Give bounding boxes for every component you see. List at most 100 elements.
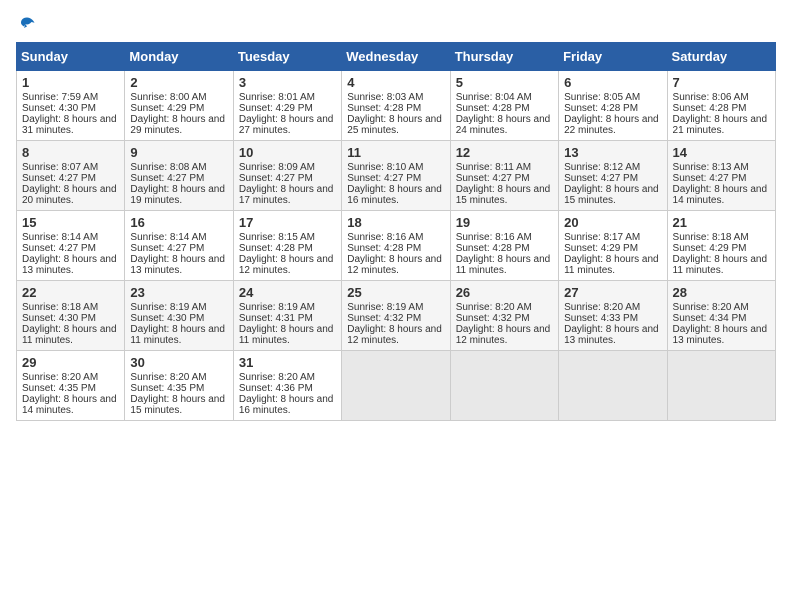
calendar-cell: 28Sunrise: 8:20 AMSunset: 4:34 PMDayligh…	[667, 281, 775, 351]
sunset-text: Sunset: 4:35 PM	[130, 383, 227, 394]
calendar-cell: 6Sunrise: 8:05 AMSunset: 4:28 PMDaylight…	[559, 71, 667, 141]
calendar-cell	[450, 351, 558, 421]
daylight-text: Daylight: 8 hours and 14 minutes.	[22, 394, 119, 416]
day-number: 21	[673, 215, 770, 230]
sunrise-text: Sunrise: 8:16 AM	[456, 232, 553, 243]
day-number: 18	[347, 215, 444, 230]
calendar-cell: 30Sunrise: 8:20 AMSunset: 4:35 PMDayligh…	[125, 351, 233, 421]
day-number: 24	[239, 285, 336, 300]
sunrise-text: Sunrise: 7:59 AM	[22, 92, 119, 103]
daylight-text: Daylight: 8 hours and 25 minutes.	[347, 114, 444, 136]
header-day-thursday: Thursday	[450, 43, 558, 71]
header-row: SundayMondayTuesdayWednesdayThursdayFrid…	[17, 43, 776, 71]
week-row-1: 1Sunrise: 7:59 AMSunset: 4:30 PMDaylight…	[17, 71, 776, 141]
sunrise-text: Sunrise: 8:18 AM	[22, 302, 119, 313]
calendar-cell: 16Sunrise: 8:14 AMSunset: 4:27 PMDayligh…	[125, 211, 233, 281]
sunset-text: Sunset: 4:27 PM	[22, 243, 119, 254]
sunset-text: Sunset: 4:27 PM	[564, 173, 661, 184]
day-number: 29	[22, 355, 119, 370]
daylight-text: Daylight: 8 hours and 27 minutes.	[239, 114, 336, 136]
calendar-cell: 14Sunrise: 8:13 AMSunset: 4:27 PMDayligh…	[667, 141, 775, 211]
daylight-text: Daylight: 8 hours and 22 minutes.	[564, 114, 661, 136]
sunrise-text: Sunrise: 8:20 AM	[456, 302, 553, 313]
calendar-cell: 22Sunrise: 8:18 AMSunset: 4:30 PMDayligh…	[17, 281, 125, 351]
sunset-text: Sunset: 4:28 PM	[347, 103, 444, 114]
logo	[16, 16, 36, 34]
calendar-cell	[559, 351, 667, 421]
day-number: 13	[564, 145, 661, 160]
day-number: 8	[22, 145, 119, 160]
day-number: 2	[130, 75, 227, 90]
day-number: 25	[347, 285, 444, 300]
week-row-3: 15Sunrise: 8:14 AMSunset: 4:27 PMDayligh…	[17, 211, 776, 281]
day-number: 26	[456, 285, 553, 300]
sunrise-text: Sunrise: 8:18 AM	[673, 232, 770, 243]
sunset-text: Sunset: 4:28 PM	[239, 243, 336, 254]
sunset-text: Sunset: 4:27 PM	[456, 173, 553, 184]
calendar-cell: 10Sunrise: 8:09 AMSunset: 4:27 PMDayligh…	[233, 141, 341, 211]
calendar-cell: 23Sunrise: 8:19 AMSunset: 4:30 PMDayligh…	[125, 281, 233, 351]
sunrise-text: Sunrise: 8:19 AM	[130, 302, 227, 313]
sunrise-text: Sunrise: 8:06 AM	[673, 92, 770, 103]
week-row-4: 22Sunrise: 8:18 AMSunset: 4:30 PMDayligh…	[17, 281, 776, 351]
daylight-text: Daylight: 8 hours and 21 minutes.	[673, 114, 770, 136]
sunset-text: Sunset: 4:29 PM	[673, 243, 770, 254]
header-day-friday: Friday	[559, 43, 667, 71]
daylight-text: Daylight: 8 hours and 13 minutes.	[564, 324, 661, 346]
sunrise-text: Sunrise: 8:16 AM	[347, 232, 444, 243]
sunrise-text: Sunrise: 8:12 AM	[564, 162, 661, 173]
calendar-cell: 5Sunrise: 8:04 AMSunset: 4:28 PMDaylight…	[450, 71, 558, 141]
day-number: 31	[239, 355, 336, 370]
sunrise-text: Sunrise: 8:08 AM	[130, 162, 227, 173]
daylight-text: Daylight: 8 hours and 15 minutes.	[130, 394, 227, 416]
sunrise-text: Sunrise: 8:20 AM	[239, 372, 336, 383]
calendar-cell: 8Sunrise: 8:07 AMSunset: 4:27 PMDaylight…	[17, 141, 125, 211]
sunset-text: Sunset: 4:36 PM	[239, 383, 336, 394]
calendar-cell: 21 Sunrise: 8:18 AMSunset: 4:29 PMDayligh…	[667, 211, 775, 281]
daylight-text: Daylight: 8 hours and 19 minutes.	[130, 184, 227, 206]
daylight-text: Daylight: 8 hours and 12 minutes.	[347, 324, 444, 346]
week-row-2: 8Sunrise: 8:07 AMSunset: 4:27 PMDaylight…	[17, 141, 776, 211]
calendar-cell: 25Sunrise: 8:19 AMSunset: 4:32 PMDayligh…	[342, 281, 450, 351]
sunrise-text: Sunrise: 8:19 AM	[347, 302, 444, 313]
daylight-text: Daylight: 8 hours and 11 minutes.	[673, 254, 770, 276]
sunset-text: Sunset: 4:33 PM	[564, 313, 661, 324]
day-number: 9	[130, 145, 227, 160]
daylight-text: Daylight: 8 hours and 16 minutes.	[239, 394, 336, 416]
sunrise-text: Sunrise: 8:09 AM	[239, 162, 336, 173]
daylight-text: Daylight: 8 hours and 15 minutes.	[456, 184, 553, 206]
day-number: 16	[130, 215, 227, 230]
daylight-text: Daylight: 8 hours and 12 minutes.	[239, 254, 336, 276]
sunset-text: Sunset: 4:27 PM	[130, 243, 227, 254]
day-number: 27	[564, 285, 661, 300]
sunset-text: Sunset: 4:27 PM	[130, 173, 227, 184]
header	[16, 16, 776, 34]
daylight-text: Daylight: 8 hours and 12 minutes.	[347, 254, 444, 276]
daylight-text: Daylight: 8 hours and 31 minutes.	[22, 114, 119, 136]
calendar-cell: 27 Sunrise: 8:20 AMSunset: 4:33 PMDayligh…	[559, 281, 667, 351]
daylight-text: Daylight: 8 hours and 11 minutes.	[239, 324, 336, 346]
calendar-table: SundayMondayTuesdayWednesdayThursdayFrid…	[16, 42, 776, 421]
sunset-text: Sunset: 4:28 PM	[673, 103, 770, 114]
day-number: 28	[673, 285, 770, 300]
week-row-5: 29Sunrise: 8:20 AMSunset: 4:35 PMDayligh…	[17, 351, 776, 421]
calendar-cell: 31 Sunrise: 8:20 AMSunset: 4:36 PMDayligh…	[233, 351, 341, 421]
header-day-sunday: Sunday	[17, 43, 125, 71]
daylight-text: Daylight: 8 hours and 14 minutes.	[673, 184, 770, 206]
day-number: 6	[564, 75, 661, 90]
day-number: 1	[22, 75, 119, 90]
sunrise-text: Sunrise: 8:20 AM	[22, 372, 119, 383]
day-number: 5	[456, 75, 553, 90]
daylight-text: Daylight: 8 hours and 13 minutes.	[22, 254, 119, 276]
day-number: 17	[239, 215, 336, 230]
sunrise-text: Sunrise: 8:20 AM	[673, 302, 770, 313]
sunset-text: Sunset: 4:29 PM	[130, 103, 227, 114]
sunrise-text: Sunrise: 8:20 AM	[564, 302, 661, 313]
day-number: 23	[130, 285, 227, 300]
daylight-text: Daylight: 8 hours and 15 minutes.	[564, 184, 661, 206]
day-number: 30	[130, 355, 227, 370]
day-number: 3	[239, 75, 336, 90]
calendar-cell: 3Sunrise: 8:01 AMSunset: 4:29 PMDaylight…	[233, 71, 341, 141]
calendar-cell: 11Sunrise: 8:10 AMSunset: 4:27 PMDayligh…	[342, 141, 450, 211]
daylight-text: Daylight: 8 hours and 11 minutes.	[22, 324, 119, 346]
